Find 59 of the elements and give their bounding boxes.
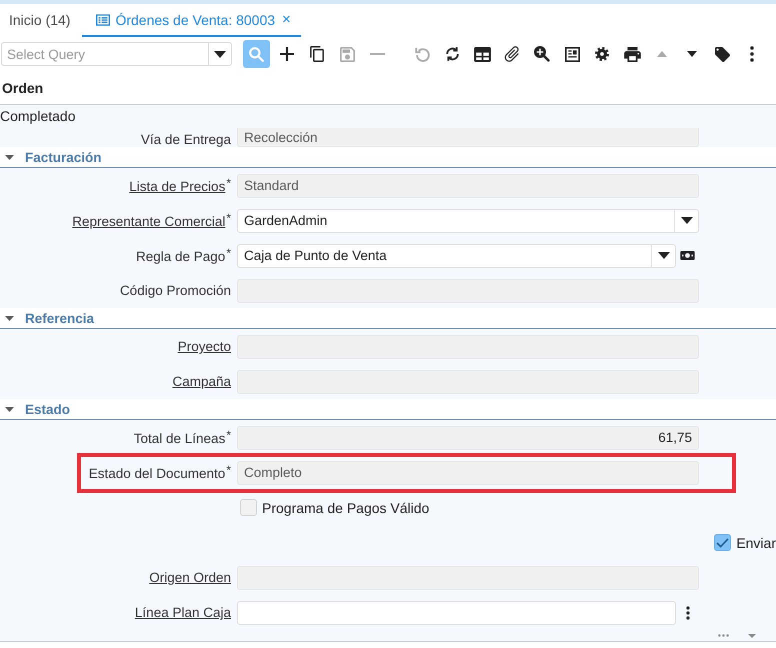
search-icon (249, 46, 264, 62)
caret-down-icon (214, 50, 226, 58)
banknote-icon[interactable] (680, 251, 695, 260)
section-header[interactable]: Facturación (0, 147, 776, 168)
checkmark-icon (716, 538, 730, 548)
refresh-icon (446, 46, 458, 62)
field-label[interactable]: Origen Orden (149, 570, 231, 585)
readonly-field: Standard (237, 174, 699, 198)
copy-icon (310, 46, 324, 62)
more-vertical-icon (750, 46, 754, 62)
table-icon (474, 46, 490, 62)
section-title: Referencia (25, 310, 94, 326)
field-label: Código Promoción (120, 283, 231, 298)
newspaper-icon (564, 46, 580, 62)
zoom-in-icon (534, 46, 550, 62)
field-label[interactable]: Línea Plan Caja (134, 605, 231, 620)
undo-icon (414, 46, 430, 62)
select-query-field[interactable]: Select Query (1, 42, 208, 66)
field-label: Total de Líneas$^{*}$ (134, 431, 231, 446)
paperclip-icon (504, 46, 520, 62)
field-label[interactable]: Representante Comercial$^{*}$ (72, 214, 231, 229)
status-text: Completado (0, 107, 76, 126)
readonly-field: Completo (237, 460, 699, 484)
list-icon (96, 14, 110, 26)
readonly-field: Recolección (237, 128, 699, 147)
more-vertical-icon[interactable] (686, 606, 690, 620)
section-title: Estado (25, 402, 70, 416)
field-label[interactable]: Proyecto (178, 339, 231, 354)
dropdown-button[interactable] (208, 42, 232, 66)
caret-up-icon (657, 51, 667, 57)
printer-icon (624, 46, 640, 62)
tab[interactable]: Órdenes de Venta: 80003 × (82, 4, 301, 37)
gear-icon (595, 47, 609, 61)
section-header[interactable]: Estado (0, 399, 776, 420)
checkbox[interactable] (240, 499, 257, 516)
field-label: Estado del Documento$^{*}$ (88, 466, 231, 481)
checkbox[interactable] (714, 534, 732, 551)
section-title: Facturación (25, 150, 102, 164)
caret-down-icon (680, 217, 692, 224)
more-horizontal-icon[interactable] (718, 634, 729, 637)
field-label[interactable]: Campaña (172, 374, 231, 389)
close-tab-button[interactable]: × (282, 11, 291, 28)
field-label: Vía de Entrega (140, 132, 231, 147)
tab[interactable]: Inicio (14) (0, 4, 78, 37)
tag-icon (714, 46, 730, 62)
field-label: Regla de Pago$^{*}$ (136, 249, 231, 264)
readonly-field: 61,75 (237, 426, 699, 450)
caret-down-icon[interactable] (748, 634, 756, 638)
caret-down-icon (687, 51, 697, 57)
plus-icon (280, 47, 294, 61)
checkbox-label: Programa de Pagos Válido (262, 500, 430, 516)
dropdown-field[interactable]: GardenAdmin (237, 208, 699, 232)
caret-down-icon (658, 252, 670, 259)
minus-icon (370, 53, 384, 55)
section-header[interactable]: Referencia (0, 308, 776, 329)
checkbox-label: Enviar (736, 534, 776, 550)
field-label[interactable]: Lista de Precios$^{*}$ (129, 179, 231, 194)
input-field[interactable] (237, 600, 676, 624)
dropdown-field[interactable]: Caja de Punto de Venta (237, 244, 676, 268)
